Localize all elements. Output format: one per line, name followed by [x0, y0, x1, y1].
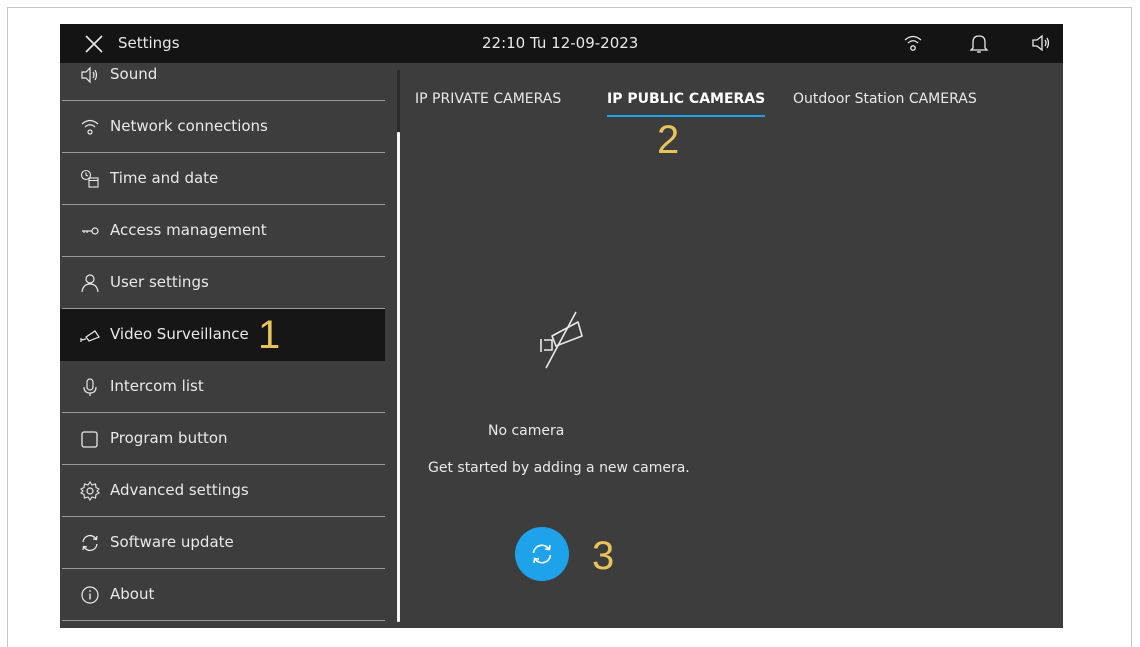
bell-icon[interactable]: [968, 32, 990, 54]
date-time: 22:10 Tu 12-09-2023: [482, 34, 639, 52]
sidebar-item-label: Intercom list: [110, 377, 204, 395]
sidebar-scrollbar-thumb[interactable]: [397, 132, 400, 622]
sidebar-item-intercom-list[interactable]: Intercom list: [60, 361, 385, 413]
sidebar-item-video-surveillance[interactable]: Video Surveillance 1: [60, 309, 385, 361]
sidebar-item-time-date[interactable]: Time and date: [60, 153, 385, 205]
refresh-button[interactable]: [515, 527, 569, 581]
sidebar-item-network[interactable]: Network connections: [60, 101, 385, 153]
callout-number-3: 3: [592, 534, 615, 578]
sidebar-item-label: Video Surveillance: [110, 325, 249, 343]
camera-icon: [80, 330, 100, 342]
sidebar-item-software-update[interactable]: Software update: [60, 517, 385, 569]
wifi-icon[interactable]: [902, 32, 924, 54]
tab-ip-private-cameras[interactable]: IP PRIVATE CAMERAS: [415, 91, 561, 107]
divider: [62, 620, 385, 621]
sidebar-item-label: About: [110, 585, 155, 603]
device-screen: Settings 22:10 Tu 12-09-2023 Sound Netwo…: [60, 24, 1063, 628]
tab-ip-public-cameras[interactable]: IP PUBLIC CAMERAS: [607, 91, 766, 117]
sidebar-item-user-settings[interactable]: User settings: [60, 257, 385, 309]
info-icon: [81, 586, 99, 604]
gear-icon: [80, 481, 100, 501]
square-button-icon: [81, 431, 98, 448]
sidebar-item-label: Software update: [110, 533, 234, 551]
tab-outdoor-station-cameras[interactable]: Outdoor Station CAMERAS: [793, 91, 977, 107]
callout-number-1: 1: [258, 313, 281, 357]
microphone-icon: [83, 378, 97, 396]
sidebar-item-label: Access management: [110, 221, 267, 239]
sidebar-item-program-button[interactable]: Program button: [60, 413, 385, 465]
sidebar-item-label: Program button: [110, 429, 228, 447]
sidebar-item-label: Network connections: [110, 117, 268, 135]
sidebar-item-access-management[interactable]: Access management: [60, 205, 385, 257]
sidebar-item-label: Advanced settings: [110, 481, 249, 499]
wifi-icon: [81, 119, 99, 135]
sidebar-item-advanced-settings[interactable]: Advanced settings: [60, 465, 385, 517]
sidebar-item-about[interactable]: About: [60, 569, 385, 621]
camera-off-icon: [540, 311, 583, 369]
callout-number-2: 2: [657, 118, 680, 162]
refresh-icon: [82, 534, 98, 552]
empty-state-title: No camera: [488, 423, 565, 439]
empty-state-subtitle: Get started by adding a new camera.: [428, 460, 690, 476]
active-tab-indicator: [607, 115, 766, 117]
refresh-icon: [532, 544, 552, 564]
clock-calendar-icon: [80, 169, 99, 188]
speaker-icon: [81, 66, 98, 84]
sidebar-item-sound[interactable]: Sound: [60, 49, 385, 101]
sidebar-item-label: User settings: [110, 273, 209, 291]
user-icon: [81, 274, 99, 293]
sidebar-item-label: Time and date: [110, 169, 219, 187]
speaker-icon[interactable]: [1030, 32, 1052, 54]
sidebar-item-label: Sound: [110, 65, 158, 83]
key-icon: [82, 227, 99, 235]
settings-sidebar: Sound Network connections Time and date: [60, 63, 385, 628]
